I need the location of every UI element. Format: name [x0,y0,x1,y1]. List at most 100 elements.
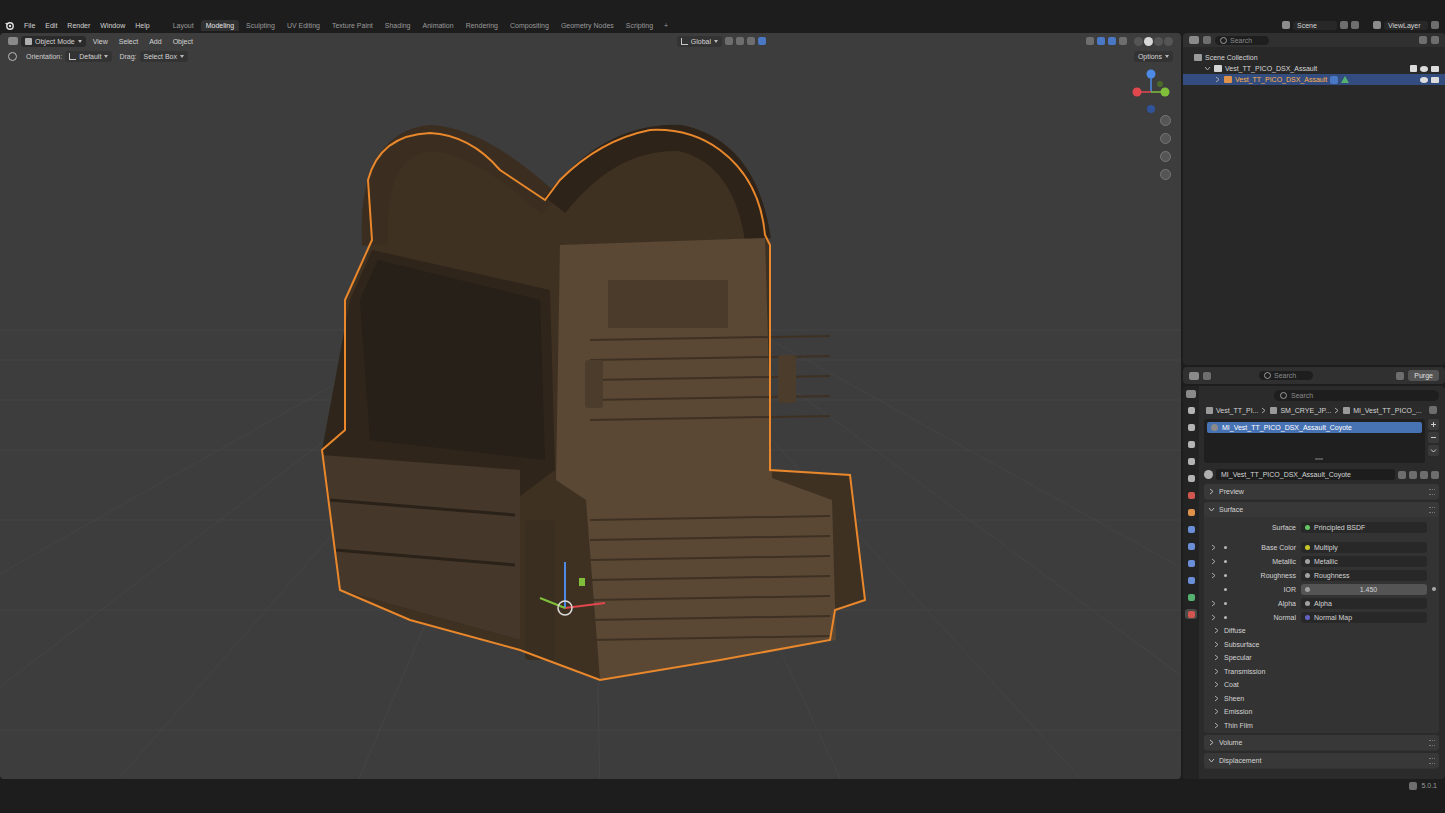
workspace-tab[interactable]: Texture Paint [327,20,378,31]
wireframe-shading-icon[interactable] [1134,37,1143,46]
shading-buttons[interactable] [1134,37,1173,46]
properties-tab[interactable] [1185,405,1197,415]
input-expand-icon[interactable] [1210,558,1217,565]
pivot-icon[interactable] [725,37,733,45]
properties-tab[interactable] [1185,473,1197,483]
linked-node-field[interactable]: Normal Map [1301,612,1427,623]
workspace-tab[interactable]: UV Editing [282,20,325,31]
material-name-field[interactable]: MI_Vest_TT_PICO_DSX_Assault_Coyote [1216,469,1395,480]
linked-node-field[interactable]: Principled BSDF [1301,522,1427,533]
scene-field[interactable]: Scene [1293,21,1337,30]
mode-dropdown[interactable]: Object Mode [21,36,86,47]
linked-node-field[interactable]: Metallic [1301,556,1427,567]
menu-item[interactable]: Render [63,20,94,31]
drag-dropdown[interactable]: Select Box [140,51,188,62]
properties-tab[interactable] [1185,575,1197,585]
panel-header[interactable]: Volume [1204,735,1439,750]
vest-model[interactable] [322,130,865,680]
panel-header[interactable]: Preview [1204,484,1439,499]
rendered-shading-icon[interactable] [1164,37,1173,46]
editor-type-icon[interactable] [1186,390,1196,398]
menu-item[interactable]: Edit [41,20,61,31]
editor-type-icon[interactable] [8,37,18,45]
options-dropdown[interactable]: Options [1134,51,1173,62]
editor-type-icon[interactable] [1189,36,1199,44]
copy-icon[interactable] [1431,21,1439,29]
menu-item[interactable]: Help [131,20,153,31]
pan-hand-icon[interactable] [1160,133,1171,144]
slot-specials-button[interactable] [1428,445,1439,456]
input-expand-icon[interactable] [1210,572,1217,579]
transform-gizmo[interactable] [540,562,605,615]
menu-item[interactable]: File [20,20,39,31]
outliner-row[interactable]: Scene Collection [1183,52,1445,63]
link-type-icon[interactable] [1431,471,1439,479]
workspace-tab[interactable]: Compositing [505,20,554,31]
drag-handle-icon[interactable] [1429,740,1435,746]
navigation-gizmo[interactable] [1133,70,1170,114]
visibility-eye-icon[interactable] [1420,66,1428,72]
pin-icon[interactable] [1340,21,1348,29]
workspace-tab[interactable]: Scripting [621,20,658,31]
editor-type-icon[interactable] [1189,372,1199,380]
input-expand-icon[interactable] [1210,614,1217,621]
mesh-data-icon[interactable] [1341,76,1349,83]
properties-tab[interactable] [1185,541,1197,551]
proportional-edit-icon[interactable] [758,37,766,45]
drag-handle-icon[interactable] [1429,758,1435,764]
input-expand-icon[interactable] [1210,544,1217,551]
list-resize-grip[interactable] [1315,458,1323,460]
properties-tab[interactable] [1185,507,1197,517]
display-mode-icon[interactable] [1203,372,1211,380]
properties-search[interactable]: Search [1274,390,1439,401]
3d-viewport[interactable]: Object Mode ViewSelectAddObject Global O… [0,33,1181,779]
properties-tab[interactable] [1185,558,1197,568]
view-layer-selector[interactable]: ViewLayer [1373,21,1439,30]
number-field[interactable]: 1.450 [1301,584,1427,595]
filter-icon[interactable] [1419,36,1427,44]
properties-tab[interactable] [1185,524,1197,534]
material-shading-icon[interactable] [1154,37,1163,46]
input-expand-icon[interactable] [1210,600,1217,607]
workspace-tab[interactable]: Rendering [461,20,503,31]
workspace-tab[interactable]: Shading [380,20,416,31]
outliner-search[interactable]: Search [1215,36,1269,45]
drag-handle-icon[interactable] [1429,507,1435,513]
add-slot-button[interactable] [1428,419,1439,430]
properties-tab[interactable] [1185,439,1197,449]
subpanel-header[interactable]: Emission [1204,705,1439,719]
outliner-row[interactable]: Vest_TT_PICO_DSX_Assault [1183,74,1445,85]
overlay-icon[interactable] [1108,37,1116,45]
view-layer-field[interactable]: ViewLayer [1384,21,1428,30]
properties-tab[interactable] [1185,609,1197,619]
add-workspace-button[interactable]: + [660,20,672,31]
exclude-checkbox[interactable] [1410,65,1417,72]
subpanel-header[interactable]: Coat [1204,678,1439,692]
pin-icon[interactable] [1429,406,1437,414]
linked-node-field[interactable]: Roughness [1301,570,1427,581]
properties-tab[interactable] [1185,422,1197,432]
blend-file-search[interactable]: Search [1259,371,1313,380]
panel-header[interactable]: Surface [1204,502,1439,517]
keyframe-icon[interactable] [1432,587,1436,591]
zoom-icon[interactable] [1160,115,1171,126]
material-browse-icon[interactable] [1204,470,1213,479]
copy-icon[interactable] [1351,21,1359,29]
viewport-menu-item[interactable]: Add [145,36,165,47]
modifier-wrench-icon[interactable] [1330,76,1338,84]
purge-button[interactable]: Purge [1408,370,1439,381]
linked-node-field[interactable]: Multiply [1301,542,1427,553]
properties-tab[interactable] [1185,490,1197,500]
orientation-dropdown[interactable]: Default [65,51,112,62]
fake-user-icon[interactable] [1398,471,1406,479]
material-slot[interactable]: MI_Vest_TT_PICO_DSX_Assault_Coyote [1207,422,1422,433]
orthographic-grid-icon[interactable] [1160,169,1171,180]
visibility-eye-icon[interactable] [1420,77,1428,83]
workspace-tab[interactable]: Layout [168,20,199,31]
subpanel-header[interactable]: Subsurface [1204,638,1439,652]
workspace-tab[interactable]: Geometry Nodes [556,20,619,31]
unlink-icon[interactable] [1420,471,1428,479]
remove-slot-button[interactable] [1428,432,1439,443]
panel-header[interactable]: Displacement [1204,753,1439,768]
transform-orientation-dropdown[interactable]: Global [677,36,722,47]
